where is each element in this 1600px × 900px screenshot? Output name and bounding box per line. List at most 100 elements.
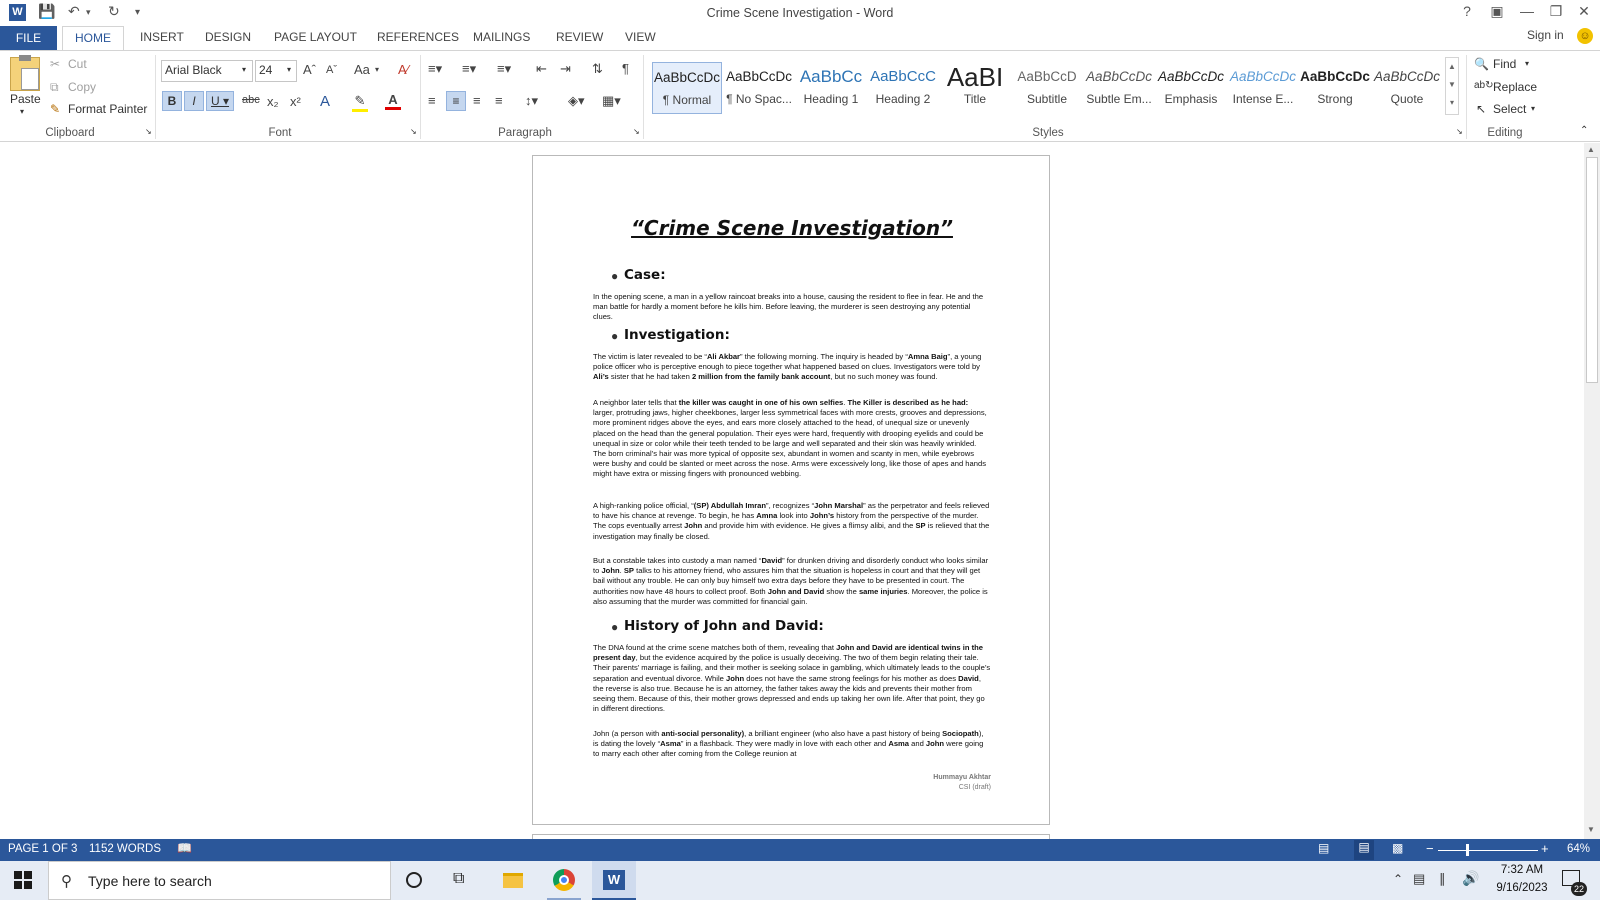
- scroll-thumb[interactable]: [1586, 157, 1598, 383]
- close-icon[interactable]: ✕: [1572, 3, 1596, 20]
- zoom-in-icon[interactable]: +: [1541, 841, 1549, 856]
- underline-button[interactable]: U ▾: [206, 91, 234, 111]
- find-button[interactable]: Find: [1493, 57, 1516, 71]
- bullets-icon[interactable]: ≡▾: [428, 61, 442, 77]
- tray-chevron-icon[interactable]: ⌃: [1393, 872, 1403, 886]
- file-explorer-icon[interactable]: [503, 873, 523, 888]
- select-button[interactable]: Select: [1493, 102, 1526, 116]
- tab-page-layout[interactable]: PAGE LAYOUT: [274, 30, 357, 44]
- align-right-icon[interactable]: ≡: [473, 93, 481, 108]
- sort-icon[interactable]: ⇅: [592, 61, 603, 77]
- scroll-down-icon[interactable]: ▼: [1587, 825, 1595, 834]
- minimize-icon[interactable]: —: [1515, 3, 1539, 19]
- format-painter-button[interactable]: Format Painter: [68, 102, 147, 116]
- tab-references[interactable]: REFERENCES: [377, 30, 459, 44]
- clear-formatting-icon[interactable]: A∕: [398, 62, 409, 77]
- font-family-dropdown-icon[interactable]: ▾: [242, 65, 246, 74]
- paragraph-history-1[interactable]: The DNA found at the crime scene matches…: [593, 643, 991, 714]
- paste-button[interactable]: Paste: [10, 92, 41, 106]
- subscript-icon[interactable]: x₂: [267, 94, 279, 109]
- paste-icon[interactable]: [10, 55, 40, 91]
- copy-button[interactable]: Copy: [68, 80, 96, 94]
- document-title[interactable]: “Crime Scene Investigation”: [533, 216, 1051, 240]
- network-icon[interactable]: ▤: [1413, 871, 1425, 887]
- tab-review[interactable]: REVIEW: [556, 30, 603, 44]
- heading-case[interactable]: Case:: [624, 267, 666, 283]
- heading-investigation[interactable]: Investigation:: [624, 327, 730, 343]
- paragraph-launcher-icon[interactable]: ↘: [633, 127, 640, 136]
- style-emphasis[interactable]: AaBbCcDc Emphasis: [1156, 62, 1226, 114]
- style-heading-1[interactable]: AaBbCc Heading 1: [796, 62, 866, 114]
- justify-icon[interactable]: ≡: [495, 93, 503, 108]
- paragraph-investigation-1[interactable]: The victim is later revealed to be “Ali …: [593, 352, 991, 383]
- font-family-select[interactable]: Arial Black: [161, 60, 253, 82]
- bold-button[interactable]: B: [162, 91, 182, 111]
- clipboard-launcher-icon[interactable]: ↘: [145, 127, 152, 136]
- ribbon-display-options-icon[interactable]: ▣: [1485, 3, 1509, 20]
- print-layout-icon[interactable]: ▤: [1354, 840, 1374, 860]
- style-intense-emphasis[interactable]: AaBbCcDc Intense E...: [1228, 62, 1298, 114]
- restore-icon[interactable]: ❐: [1544, 3, 1568, 20]
- windows-start-icon[interactable]: [14, 871, 32, 889]
- paragraph-case[interactable]: In the opening scene, a man in a yellow …: [593, 292, 991, 323]
- grow-font-icon[interactable]: Aˆ: [303, 62, 316, 77]
- smiley-icon[interactable]: ☺: [1577, 28, 1593, 44]
- superscript-icon[interactable]: x²: [290, 94, 301, 109]
- style-title[interactable]: AaBI Title: [940, 62, 1010, 114]
- increase-indent-icon[interactable]: ⇥: [560, 61, 571, 77]
- change-case-dropdown-icon[interactable]: ▾: [375, 65, 379, 74]
- style-no-spacing[interactable]: AaBbCcDc ¶ No Spac...: [724, 62, 794, 114]
- styles-launcher-icon[interactable]: ↘: [1456, 127, 1463, 136]
- paragraph-investigation-2[interactable]: A neighbor later tells that the killer w…: [593, 398, 991, 480]
- zoom-level[interactable]: 64%: [1567, 843, 1590, 855]
- cortana-icon[interactable]: [406, 872, 422, 888]
- word-count[interactable]: 1152 WORDS: [89, 843, 161, 855]
- clock-date[interactable]: 9/16/2023: [1484, 882, 1560, 894]
- line-spacing-icon[interactable]: ↕▾: [525, 93, 538, 109]
- style-quote[interactable]: AaBbCcDc Quote: [1372, 62, 1442, 114]
- borders-icon[interactable]: ▦▾: [602, 93, 621, 109]
- strikethrough-icon[interactable]: abc: [242, 94, 260, 106]
- tab-insert[interactable]: INSERT: [140, 30, 184, 44]
- change-case-button[interactable]: Aa: [354, 62, 370, 77]
- tab-view[interactable]: VIEW: [625, 30, 656, 44]
- help-icon[interactable]: ?: [1455, 3, 1479, 19]
- style-normal[interactable]: AaBbCcDc ¶ Normal: [652, 62, 722, 114]
- document-page[interactable]: “Crime Scene Investigation” ● Case: In t…: [532, 155, 1050, 825]
- style-subtle-emphasis[interactable]: AaBbCcDc Subtle Em...: [1084, 62, 1154, 114]
- paragraph-investigation-3[interactable]: A high-ranking police official, “(SP) Ab…: [593, 501, 991, 542]
- style-subtitle[interactable]: AaBbCcD Subtitle: [1012, 62, 1082, 114]
- vertical-scrollbar[interactable]: ▲ ▼: [1584, 143, 1600, 839]
- align-left-icon[interactable]: ≡: [428, 93, 436, 108]
- tab-file[interactable]: FILE: [0, 26, 57, 50]
- chrome-icon[interactable]: [553, 869, 575, 891]
- zoom-out-icon[interactable]: −: [1426, 841, 1434, 856]
- taskbar-search-box[interactable]: ⚲ Type here to search: [48, 861, 391, 900]
- page-indicator[interactable]: PAGE 1 OF 3: [8, 843, 77, 855]
- tab-mailings[interactable]: MAILINGS: [473, 30, 530, 44]
- numbering-icon[interactable]: ≡▾: [462, 61, 476, 77]
- font-launcher-icon[interactable]: ↘: [410, 127, 417, 136]
- collapse-ribbon-icon[interactable]: ⌃: [1580, 125, 1588, 136]
- tab-design[interactable]: DESIGN: [205, 30, 251, 44]
- volume-icon[interactable]: 🔊: [1462, 870, 1479, 887]
- decrease-indent-icon[interactable]: ⇤: [536, 61, 547, 77]
- highlight-color-icon[interactable]: ✎: [352, 93, 368, 112]
- task-view-icon[interactable]: ⧉: [453, 870, 464, 888]
- word-taskbar-icon[interactable]: W: [592, 861, 636, 900]
- style-strong[interactable]: AaBbCcDc Strong: [1300, 62, 1370, 114]
- zoom-slider-thumb[interactable]: [1466, 844, 1469, 856]
- font-color-icon[interactable]: A: [385, 92, 401, 110]
- select-dropdown-icon[interactable]: ▾: [1531, 104, 1535, 113]
- scroll-up-icon[interactable]: ▲: [1587, 145, 1595, 154]
- styles-scroll[interactable]: ▲ ▼ ▾: [1445, 57, 1459, 115]
- wifi-icon[interactable]: ∥: [1439, 871, 1446, 887]
- proofing-icon[interactable]: 📖: [177, 841, 192, 855]
- text-effects-icon[interactable]: A: [320, 93, 330, 110]
- shrink-font-icon[interactable]: Aˇ: [326, 64, 337, 76]
- style-heading-2[interactable]: AaBbCcC Heading 2: [868, 62, 938, 114]
- sign-in-link[interactable]: Sign in: [1527, 28, 1564, 42]
- read-mode-icon[interactable]: ▤: [1318, 841, 1329, 855]
- paragraph-history-2[interactable]: John (a person with anti-social personal…: [593, 729, 991, 760]
- paste-dropdown-icon[interactable]: ▾: [20, 107, 24, 116]
